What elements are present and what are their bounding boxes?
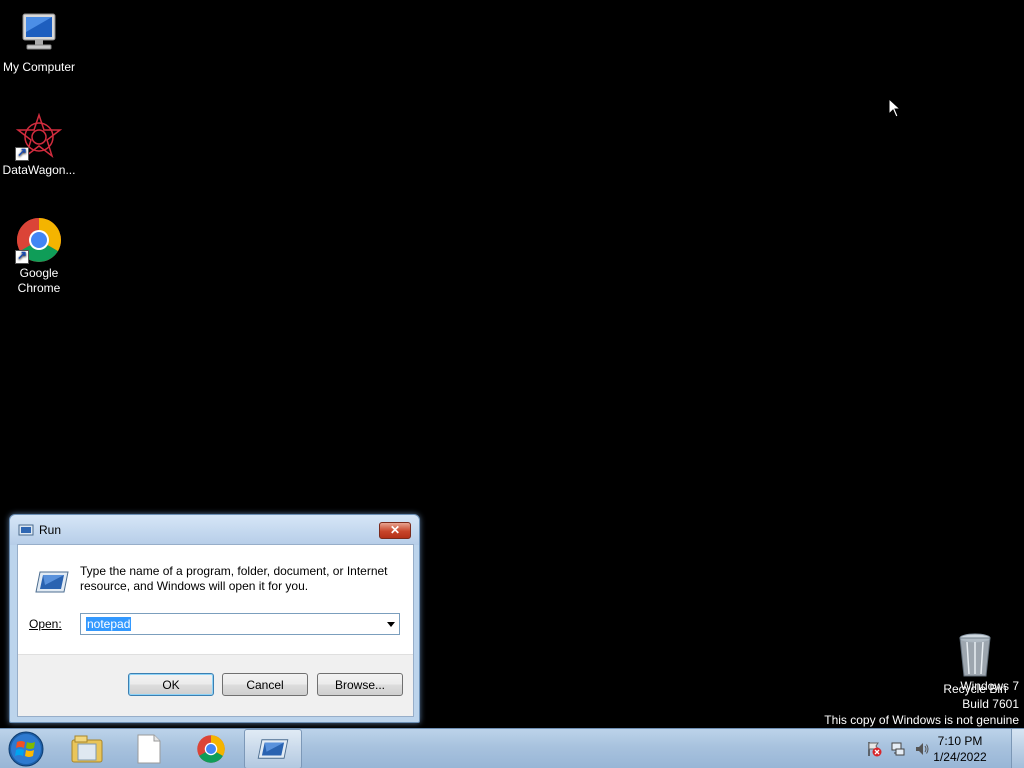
start-orb-icon [8, 731, 44, 767]
run-program-icon [35, 571, 69, 593]
windows-watermark-line: This copy of Windows is not genuine [824, 713, 1019, 727]
windows-explorer-icon [71, 735, 103, 763]
shortcut-arrow-icon [15, 145, 29, 161]
close-button[interactable]: ✕ [379, 522, 411, 539]
open-label: Open: [29, 617, 62, 631]
desktop-icon-google-chrome[interactable]: Google Chrome [0, 216, 78, 296]
taskbar-notepad-button[interactable] [120, 729, 178, 768]
desktop-icon-label: My Computer [2, 60, 76, 74]
open-combobox[interactable]: notepad [80, 613, 400, 635]
clock-date: 1/24/2022 [933, 750, 987, 764]
datawagon-icon [15, 112, 63, 161]
run-dialog: Run ✕ Type the name of a program, folder… [9, 514, 420, 723]
desktop-icon-label: DataWagon... [2, 163, 76, 177]
taskbar-run-button[interactable] [244, 729, 302, 768]
computer-icon [15, 10, 63, 58]
clock-time: 7:10 PM [937, 734, 983, 748]
system-clock[interactable]: 7:10 PM 1/24/2022 [920, 733, 1000, 765]
browse-button[interactable]: Browse... [317, 673, 403, 696]
close-icon: ✕ [389, 523, 401, 537]
network-icon[interactable] [890, 741, 906, 757]
run-icon [257, 739, 289, 759]
start-button[interactable] [6, 730, 46, 768]
run-icon [18, 524, 34, 536]
taskbar-explorer-button[interactable] [58, 729, 116, 768]
desktop-icon-label: Google Chrome [17, 266, 61, 295]
desktop-icon-my-computer[interactable]: My Computer [0, 10, 78, 75]
taskbar: 7:10 PM 1/24/2022 [0, 728, 1024, 768]
chrome-icon [197, 735, 225, 763]
shortcut-arrow-icon [15, 248, 29, 264]
open-input-value[interactable]: notepad [86, 617, 132, 631]
recycle-bin-icon [951, 632, 999, 680]
cancel-button[interactable]: Cancel [222, 673, 308, 696]
notepad-icon [137, 734, 161, 764]
ok-button[interactable]: OK [128, 673, 214, 696]
taskbar-chrome-button[interactable] [182, 729, 240, 768]
run-dialog-title: Run [39, 523, 62, 537]
show-desktop-button[interactable] [1011, 729, 1024, 768]
run-dialog-footer: OK Cancel Browse... [18, 654, 413, 716]
open-label-text: Open: [29, 617, 62, 631]
windows-watermark-line: Windows 7 [960, 679, 1019, 693]
action-center-flag-icon[interactable] [866, 741, 882, 757]
run-dialog-body: Type the name of a program, folder, docu… [17, 544, 414, 717]
windows-watermark-line: Build 7601 [962, 697, 1019, 711]
chevron-down-icon [386, 621, 395, 627]
run-dialog-description: Type the name of a program, folder, docu… [80, 564, 388, 593]
desktop-icon-datawagon[interactable]: DataWagon... [0, 112, 78, 178]
run-dialog-titlebar[interactable]: Run [10, 515, 419, 545]
dropdown-arrow-button[interactable] [382, 614, 399, 634]
mouse-cursor-icon [888, 98, 902, 118]
chrome-icon [15, 216, 63, 264]
